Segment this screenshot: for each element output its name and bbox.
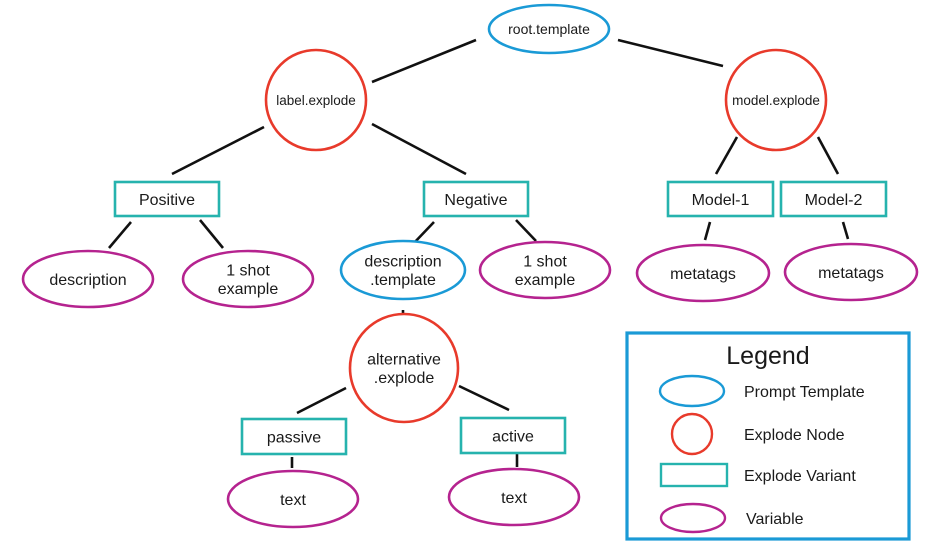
edge-positive-to-pos-one-shot [198, 219, 225, 249]
node-model1: Model-1 [666, 180, 775, 218]
edge-label-explode-to-positive [171, 125, 265, 176]
node-desc-template: description.template [339, 239, 467, 301]
node-label: Negative [444, 192, 507, 209]
edge-alt-explode-to-passive [296, 386, 347, 415]
node-label: label.explode [276, 93, 356, 108]
legend-label-explode-node: Explode Node [744, 427, 845, 444]
edge-alt-explode-to-active [458, 384, 510, 412]
node-model2: Model-2 [779, 180, 888, 218]
node-text1: text [226, 469, 360, 529]
edge-model-explode-to-model2 [816, 136, 840, 175]
legend-swatch-prompt-template [658, 374, 726, 408]
node-label: passive [267, 429, 321, 446]
node-neg-one-shot: 1 shotexample [478, 240, 612, 300]
node-passive: passive [240, 417, 348, 456]
edge-model-explode-to-model1 [714, 136, 739, 175]
legend-label-variable: Variable [746, 511, 804, 528]
node-label: root.template [508, 21, 590, 37]
legend: Legend Prompt Template Explode Node Expl… [625, 331, 911, 541]
node-label: .template [370, 272, 436, 289]
node-metatags1: metatags [635, 243, 771, 303]
edge-negative-to-neg-one-shot [515, 219, 537, 242]
node-label: Model-2 [805, 192, 863, 209]
node-negative: Negative [422, 180, 530, 218]
edge-model2-to-metatags2 [841, 221, 850, 240]
node-positive: Positive [113, 180, 221, 218]
node-label: example [515, 272, 576, 289]
edge-model1-to-metatags1 [703, 221, 712, 241]
node-label: Positive [139, 192, 195, 209]
node-alt-explode: alternative.explode [348, 312, 460, 424]
legend-swatch-variable [659, 502, 727, 534]
node-label: description [49, 272, 126, 289]
node-pos-one-shot: 1 shotexample [181, 249, 315, 309]
node-label: model.explode [732, 93, 820, 108]
legend-label-explode-variant: Explode Variant [744, 468, 856, 485]
node-metatags2: metatags [783, 242, 919, 302]
node-label: description [364, 254, 441, 271]
edge-positive-to-pos-description [108, 221, 132, 249]
node-label: metatags [818, 265, 884, 282]
node-active: active [459, 416, 567, 455]
legend-swatch-explode-variant [659, 462, 729, 488]
node-label: text [501, 490, 527, 507]
legend-swatch-explode-node [670, 412, 714, 456]
node-label: 1 shot [523, 254, 567, 271]
edge-label-explode-to-negative [371, 122, 467, 176]
node-pos-description: description [21, 249, 155, 309]
node-label: metatags [670, 266, 736, 283]
node-label-explode: label.explode [264, 48, 368, 152]
legend-title: Legend [726, 342, 809, 370]
node-label: .explode [374, 370, 435, 387]
node-root: root.template [487, 3, 611, 55]
node-label: 1 shot [226, 263, 270, 280]
node-model-explode: model.explode [724, 48, 828, 152]
node-label: Model-1 [692, 192, 750, 209]
edge-root-to-label-explode [371, 38, 477, 84]
legend-label-prompt-template: Prompt Template [744, 384, 865, 401]
edge-root-to-model-explode [617, 38, 724, 68]
explode-tree-diagram: root.template label.explode model.explode P… [21, 3, 919, 541]
node-label: alternative [367, 352, 441, 369]
node-label: text [280, 492, 306, 509]
node-label: example [218, 281, 279, 298]
node-text2: text [447, 467, 581, 527]
node-label: active [492, 428, 534, 445]
